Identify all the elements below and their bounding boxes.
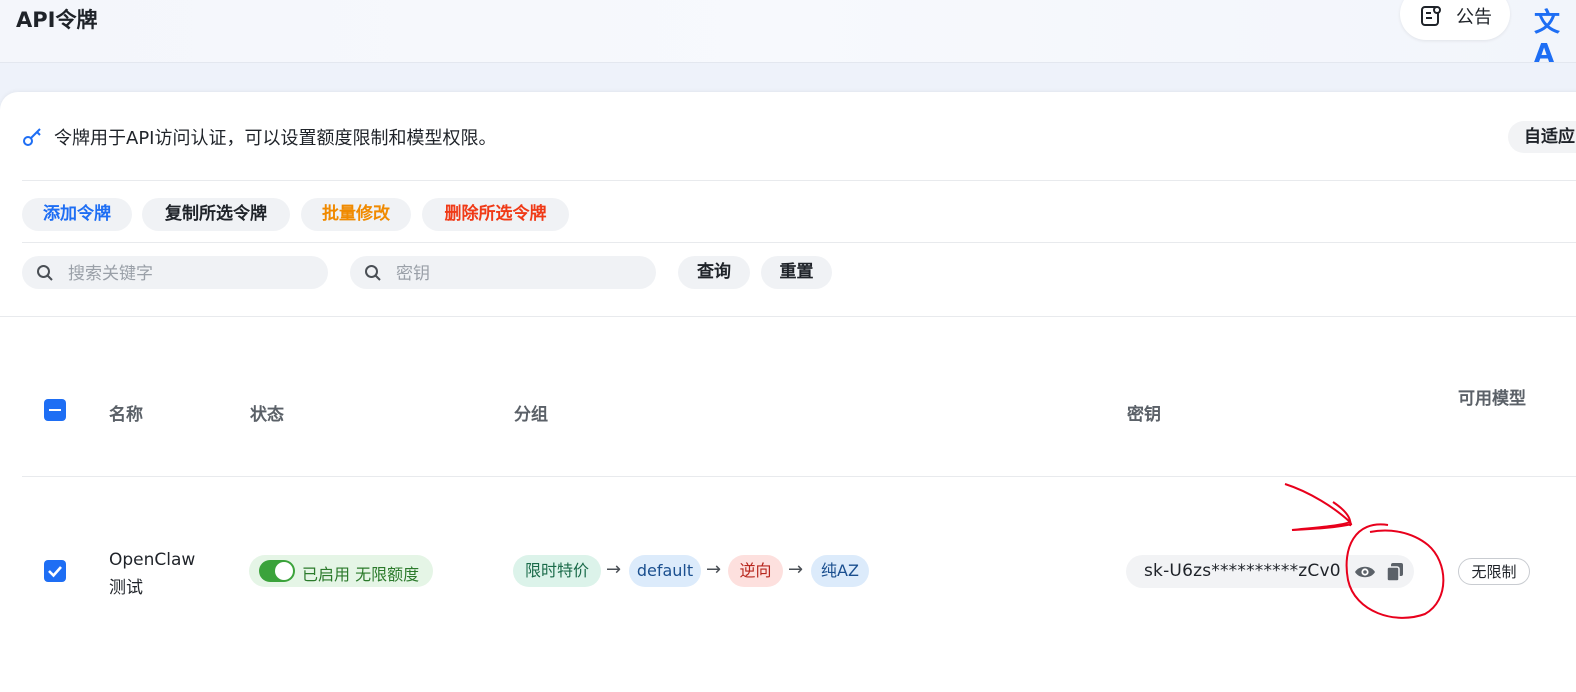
status-badge[interactable]: 已启用 无限额度 bbox=[249, 555, 433, 587]
header-models: 可用模型 bbox=[1458, 389, 1526, 409]
keyword-input[interactable] bbox=[66, 256, 310, 291]
divider bbox=[22, 180, 1576, 181]
info-text: 令牌用于API访问认证，可以设置额度限制和模型权限。 bbox=[54, 128, 497, 149]
select-all-checkbox[interactable] bbox=[44, 399, 66, 421]
key-search[interactable] bbox=[350, 256, 656, 291]
eye-icon[interactable] bbox=[1354, 563, 1376, 581]
token-name-line2: 测试 bbox=[109, 578, 143, 598]
divider bbox=[22, 242, 1576, 243]
key-display: sk-U6zs**********zCv0 bbox=[1126, 555, 1414, 588]
tokens-card bbox=[0, 92, 1576, 692]
status-label: 已启用 无限额度 bbox=[302, 565, 420, 584]
group-tag: default bbox=[629, 555, 701, 587]
key-value: sk-U6zs**********zCv0 bbox=[1144, 561, 1341, 581]
group-tag: 纯AZ bbox=[811, 555, 869, 587]
group-tag: 逆向 bbox=[728, 555, 783, 587]
header-group: 分组 bbox=[514, 405, 548, 425]
copy-selected-button[interactable]: 复制所选令牌 bbox=[142, 198, 290, 231]
announcement-label: 公告 bbox=[1456, 7, 1492, 28]
divider bbox=[0, 316, 1576, 317]
token-name-line1: OpenClaw bbox=[109, 550, 196, 570]
batch-edit-button[interactable]: 批量修改 bbox=[301, 198, 411, 231]
copy-icon[interactable] bbox=[1386, 562, 1404, 582]
arrow-right-icon: → bbox=[706, 559, 722, 580]
header-key: 密钥 bbox=[1127, 405, 1161, 425]
arrow-right-icon: → bbox=[606, 559, 622, 580]
divider bbox=[22, 476, 1576, 477]
query-button[interactable]: 查询 bbox=[678, 256, 750, 289]
announcement-button[interactable]: 公告 bbox=[1400, 0, 1510, 40]
delete-selected-button[interactable]: 删除所选令牌 bbox=[422, 198, 569, 231]
top-bar: API令牌 公告 文A bbox=[0, 0, 1576, 69]
group-tag: 限时特价 bbox=[513, 555, 601, 587]
models-tag: 无限制 bbox=[1458, 558, 1530, 585]
header-name: 名称 bbox=[109, 405, 143, 425]
adaptive-toggle-button[interactable]: 自适应 bbox=[1508, 121, 1576, 153]
search-icon bbox=[365, 265, 381, 281]
announcement-icon bbox=[1421, 6, 1441, 26]
arrow-right-icon: → bbox=[788, 559, 804, 580]
search-icon bbox=[37, 265, 53, 281]
reset-button[interactable]: 重置 bbox=[761, 256, 832, 289]
add-token-button[interactable]: 添加令牌 bbox=[22, 198, 132, 231]
check-icon bbox=[48, 566, 62, 578]
header-status: 状态 bbox=[250, 405, 284, 425]
key-input[interactable] bbox=[394, 256, 638, 291]
key-icon bbox=[23, 128, 41, 146]
status-toggle[interactable] bbox=[259, 560, 295, 582]
keyword-search[interactable] bbox=[22, 256, 328, 291]
translate-icon[interactable]: 文A bbox=[1534, 2, 1576, 69]
token-name: OpenClaw 测试 bbox=[109, 546, 195, 602]
page-title: API令牌 bbox=[16, 8, 98, 32]
row-checkbox[interactable] bbox=[44, 560, 66, 582]
